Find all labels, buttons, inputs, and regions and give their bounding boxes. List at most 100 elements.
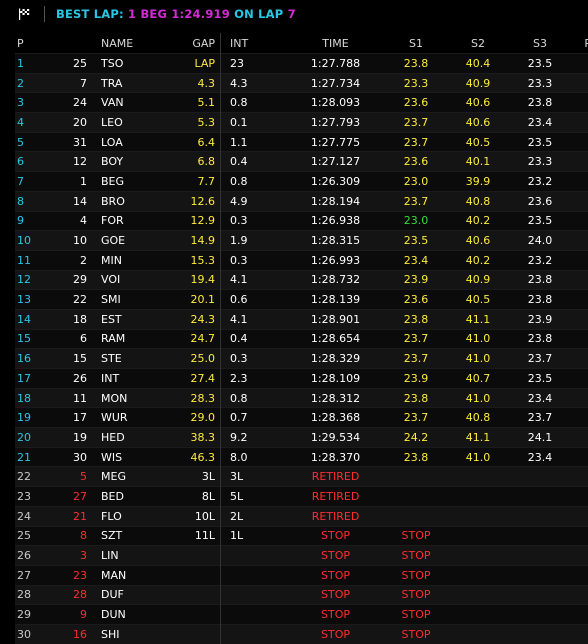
cell-car-number: 20 <box>57 112 87 133</box>
cell-lap-time: 1:27.788 <box>286 53 385 74</box>
cell-driver-name: WIS <box>87 446 153 467</box>
cell-pit-stops: 2 <box>571 486 588 507</box>
table-row: 71BEG7.70.81:26.30923.039.923.21 <box>15 171 588 192</box>
cell-lap-time: 1:28.901 <box>286 308 385 330</box>
cell-sector-1: 23.3 <box>385 72 447 93</box>
cell-lap-time: 1:26.309 <box>286 171 385 192</box>
cell-position: 30 <box>15 623 57 644</box>
cell-sector-3 <box>509 564 571 586</box>
cell-position: 4 <box>15 112 57 133</box>
cell-car-number: 17 <box>57 407 87 428</box>
cell-sector-3: 23.2 <box>509 171 571 192</box>
cell-driver-name: MEG <box>87 466 153 487</box>
cell-position: 20 <box>15 427 57 448</box>
cell-interval: 8.0 <box>220 446 286 467</box>
cell-driver-name: RAM <box>87 328 153 349</box>
cell-sector-3: 23.9 <box>509 308 571 330</box>
cell-position: 5 <box>15 131 57 152</box>
col-header-number <box>57 33 87 54</box>
cell-gap: 38.3 <box>153 427 221 448</box>
cell-gap <box>153 564 221 586</box>
cell-gap: 5.1 <box>153 92 221 113</box>
cell-sector-2: 41.0 <box>447 446 509 467</box>
cell-driver-name: VAN <box>87 92 153 113</box>
cell-gap <box>153 584 221 605</box>
cell-sector-3 <box>509 466 571 487</box>
cell-driver-name: MAN <box>87 564 153 586</box>
cell-driver-name: MON <box>87 387 153 408</box>
cell-position: 2 <box>15 72 57 93</box>
cell-pit-stops: 1 <box>571 368 588 389</box>
cell-pit-stops <box>571 584 588 605</box>
col-header-position: P <box>17 36 24 50</box>
cell-sector-1 <box>385 466 447 487</box>
cell-lap-time: 1:28.368 <box>286 407 385 428</box>
col-header-s2: S2 <box>471 36 485 50</box>
cell-lap-time: RETIRED <box>286 505 385 526</box>
table-row: 531LOA6.41.11:27.77523.740.523.51 <box>15 131 588 152</box>
cell-driver-name: HED <box>87 427 153 448</box>
cell-lap-time: STOP <box>286 623 385 644</box>
cell-position: 19 <box>15 407 57 428</box>
cell-sector-1: STOP <box>385 545 447 566</box>
cell-sector-3: 23.2 <box>509 249 571 271</box>
table-row: 420LEO5.30.11:27.79323.740.623.41 <box>15 112 588 133</box>
cell-gap: 29.0 <box>153 407 221 428</box>
cell-sector-2: 40.9 <box>447 72 509 93</box>
table-row: 29 9 DUN STOP STOP <box>15 604 588 625</box>
cell-driver-name: FOR <box>87 210 153 231</box>
cell-sector-1: 23.6 <box>385 92 447 113</box>
cell-interval: 0.1 <box>220 112 286 133</box>
cell-car-number: 31 <box>57 131 87 152</box>
col-header-gap: GAP <box>153 33 221 54</box>
cell-interval: 0.3 <box>220 210 286 231</box>
cell-interval: 0.7 <box>220 407 286 428</box>
table-row: 324VAN5.10.81:28.09323.640.623.81 <box>15 92 588 113</box>
cell-driver-name: STE <box>87 348 153 369</box>
cell-pit-stops <box>571 545 588 566</box>
cell-gap: 11L <box>153 525 221 546</box>
cell-car-number: 6 <box>57 328 87 349</box>
table-row: 1726INT27.42.31:28.10923.940.723.51 <box>15 368 588 389</box>
table-row: 156RAM24.70.41:28.65423.741.023.81 <box>15 328 588 349</box>
cell-driver-name: LIN <box>87 545 153 566</box>
cell-sector-2: 40.8 <box>447 190 509 211</box>
cell-sector-2: 40.8 <box>447 407 509 428</box>
cell-sector-3: 23.4 <box>509 387 571 408</box>
col-header-s1: S1 <box>409 36 423 50</box>
col-header-name: NAME <box>101 36 134 50</box>
cell-car-number: 21 <box>57 505 87 526</box>
cell-sector-2 <box>447 564 509 586</box>
cell-pit-stops: 1 <box>571 112 588 133</box>
cell-interval: 23 <box>220 53 286 74</box>
cell-sector-2: 40.9 <box>447 269 509 290</box>
table-row: 1010GOE14.91.91:28.31523.540.624.01 <box>15 230 588 251</box>
cell-sector-3: 23.3 <box>509 151 571 172</box>
cell-position: 9 <box>15 210 57 231</box>
cell-car-number: 27 <box>57 486 87 507</box>
cell-sector-3: 23.8 <box>509 92 571 113</box>
cell-interval: 0.3 <box>220 249 286 271</box>
cell-interval: 0.3 <box>220 348 286 369</box>
cell-car-number: 5 <box>57 466 87 487</box>
cell-car-number: 23 <box>57 564 87 586</box>
best-lap-position: 1 <box>128 7 137 21</box>
cell-gap: 4.3 <box>153 72 221 93</box>
cell-sector-3: 23.8 <box>509 328 571 349</box>
cell-pit-stops: 1 <box>571 289 588 310</box>
cell-gap: 24.3 <box>153 308 221 330</box>
cell-sector-1: 23.8 <box>385 53 447 74</box>
cell-gap: 6.4 <box>153 131 221 152</box>
cell-sector-1: 23.6 <box>385 289 447 310</box>
cell-sector-2: 40.7 <box>447 368 509 389</box>
cell-pit-stops: 2 <box>571 505 588 526</box>
cell-lap-time: 1:29.534 <box>286 427 385 448</box>
cell-sector-2 <box>447 584 509 605</box>
table-row: 27 23 MAN STOP STOP <box>15 564 588 586</box>
cell-pit-stops: 1 <box>571 131 588 152</box>
cell-lap-time: 1:28.654 <box>286 328 385 349</box>
cell-interval: 0.8 <box>220 171 286 192</box>
cell-car-number: 2 <box>57 249 87 271</box>
cell-position: 23 <box>15 486 57 507</box>
best-lap-label: BEST LAP: <box>56 7 124 21</box>
